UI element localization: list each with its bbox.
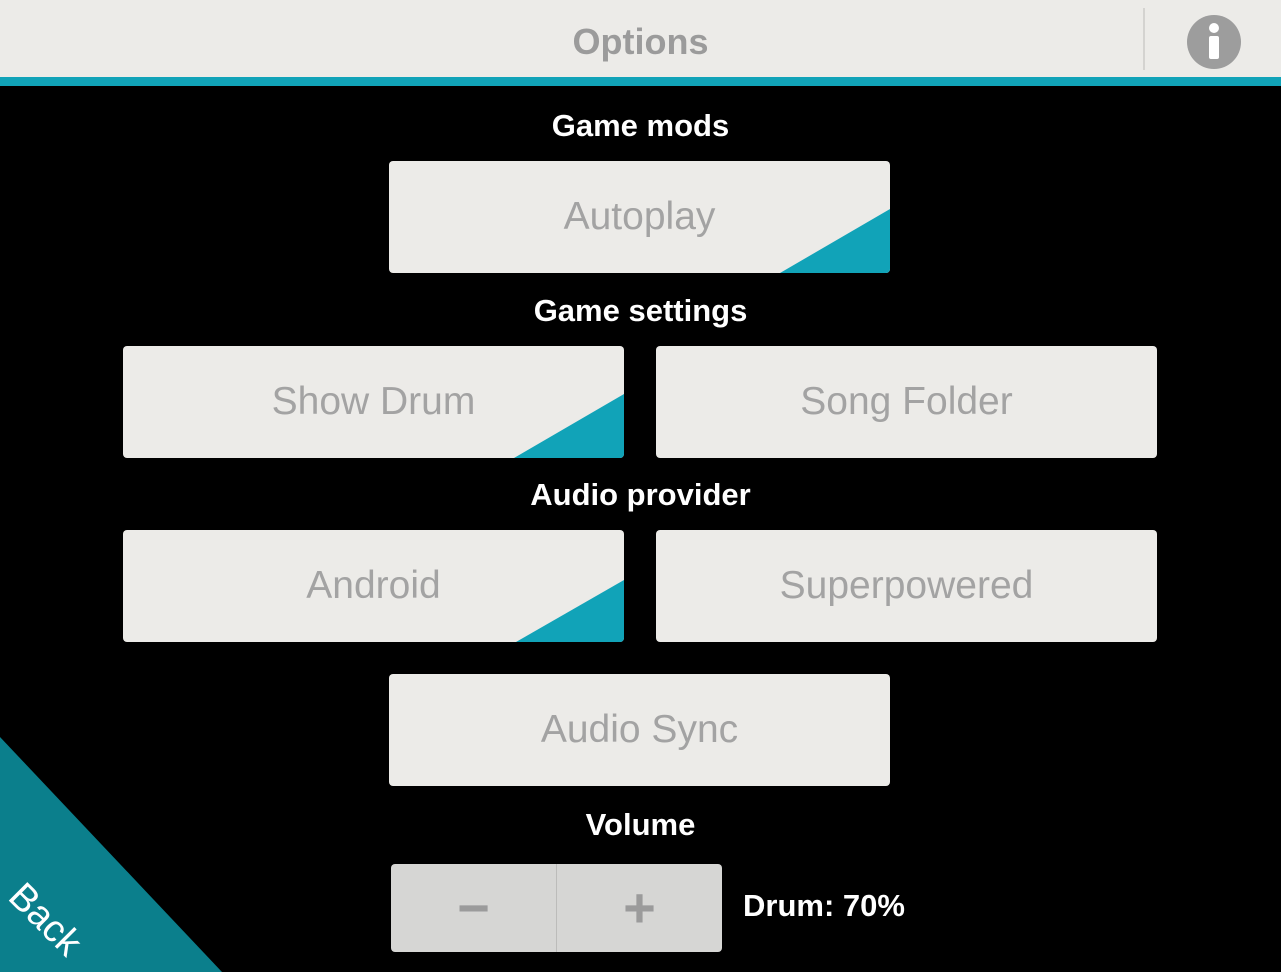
song-folder-button[interactable]: Song Folder [656,346,1157,458]
header-divider [1143,8,1145,70]
section-game-mods: Game mods [551,108,730,143]
show-drum-label: Show Drum [271,380,476,423]
autoplay-label: Autoplay [563,195,716,238]
song-folder-label: Song Folder [800,380,1013,423]
info-icon[interactable] [1187,15,1241,69]
android-label: Android [306,564,441,607]
selected-indicator [780,209,890,273]
superpowered-label: Superpowered [779,564,1034,607]
show-drum-button[interactable]: Show Drum [123,346,624,458]
android-button[interactable]: Android [123,530,624,642]
drum-volume-stepper: − + [391,864,722,952]
volume-increase-button[interactable]: + [557,864,722,952]
selected-indicator [516,580,624,642]
selected-indicator [514,394,624,458]
audio-sync-label: Audio Sync [540,708,739,751]
section-audio-provider: Audio provider [530,477,751,512]
section-game-settings: Game settings [533,293,748,328]
page-title: Options [572,21,709,62]
audio-sync-button[interactable]: Audio Sync [389,674,890,786]
drum-volume-readout: Drum: 70% [743,888,905,923]
autoplay-button[interactable]: Autoplay [389,161,890,273]
superpowered-button[interactable]: Superpowered [656,530,1157,642]
volume-decrease-button[interactable]: − [391,864,556,952]
